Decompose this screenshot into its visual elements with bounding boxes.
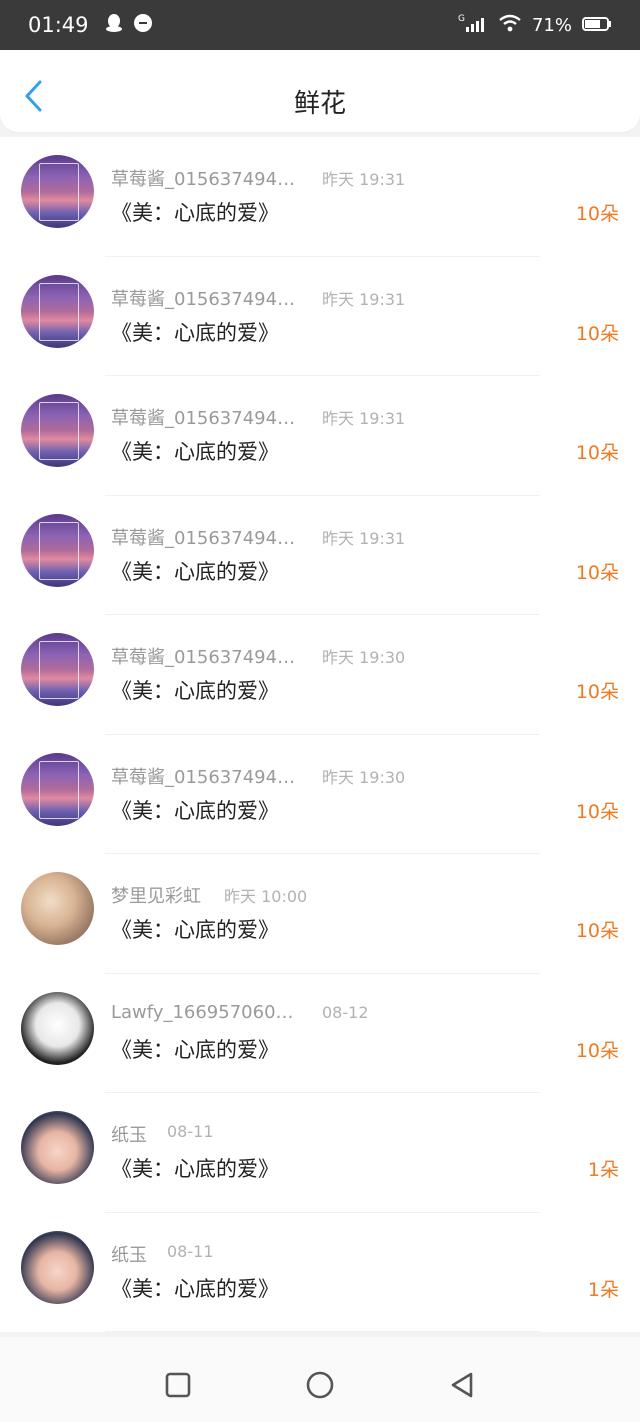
gift-title: 《美：心底的爱》: [111, 918, 279, 942]
sent-time: 08-12: [322, 1002, 369, 1022]
battery-text: 71%: [531, 14, 572, 36]
sender-name: 草莓酱_015637494…: [111, 169, 296, 190]
list-item[interactable]: 草莓酱_015637494… 昨天 19:31 《美：心底的爱》 10朵: [0, 257, 640, 376]
sent-time: 08-11: [167, 1122, 214, 1141]
sender-name: 草莓酱_015637494…: [111, 647, 296, 668]
list-item[interactable]: 草莓酱_015637494… 昨天 19:31 《美：心底的爱》 10朵: [0, 137, 640, 257]
avatar[interactable]: [21, 155, 94, 228]
sent-time: 昨天 19:30: [322, 648, 406, 667]
sent-time: 昨天 19:31: [322, 289, 406, 309]
gift-title: 《美：心底的爱》: [111, 201, 279, 225]
list-item[interactable]: 草莓酱_015637494… 昨天 19:30 《美：心底的爱》 10朵: [0, 735, 640, 854]
signal-icon: G: [458, 13, 488, 38]
gift-title: 《美：心底的爱》: [111, 440, 279, 464]
qq-icon: [105, 13, 123, 37]
avatar[interactable]: [21, 274, 94, 348]
flower-count: 10朵: [575, 920, 619, 942]
sender-name: 草莓酱_015637494…: [111, 766, 296, 788]
gift-title: 《美：心底的爱》: [111, 559, 279, 584]
list-item[interactable]: 草莓酱_015637494… 昨天 19:30 《美：心底的爱》 10朵: [0, 615, 640, 735]
flower-count: 10朵: [575, 561, 619, 584]
status-bar: 01:49 G 71%: [0, 0, 640, 50]
gift-title: 《美：心底的爱》: [111, 798, 279, 823]
flower-count: 10朵: [575, 442, 619, 464]
sent-time: 昨天 19:31: [322, 170, 406, 189]
svg-text:G: G: [458, 14, 465, 24]
flower-count: 10朵: [575, 203, 619, 225]
avatar[interactable]: [21, 394, 94, 467]
sent-time: 昨天 19:30: [322, 767, 406, 787]
avatar[interactable]: [21, 872, 94, 945]
list-item[interactable]: Lawfy_166957060… 08-12 《美：心底的爱》 10朵: [0, 974, 640, 1093]
gift-title: 《美：心底的爱》: [111, 679, 279, 703]
avatar[interactable]: [21, 752, 94, 826]
gift-title: 《美：心底的爱》: [111, 1037, 279, 1062]
sent-time: 昨天 19:31: [322, 409, 406, 428]
gift-title: 《美：心底的爱》: [111, 1157, 279, 1181]
avatar[interactable]: [21, 633, 94, 706]
square-icon: [165, 1372, 191, 1398]
gift-title: 《美：心底的爱》: [111, 320, 279, 345]
avatar[interactable]: [21, 513, 94, 587]
gift-title: 《美：心底的爱》: [111, 1276, 279, 1301]
sent-time: 昨天 19:31: [322, 528, 406, 548]
flower-list: 草莓酱_015637494… 昨天 19:31 《美：心底的爱》 10朵 草莓酱…: [0, 137, 640, 1332]
sender-name: 草莓酱_015637494…: [111, 288, 296, 310]
avatar[interactable]: [21, 1111, 94, 1184]
flower-count: 10朵: [575, 800, 619, 823]
sent-time: 昨天 10:00: [224, 887, 308, 906]
list-item[interactable]: 草莓酱_015637494… 昨天 19:31 《美：心底的爱》 10朵: [0, 496, 640, 615]
wifi-icon: [498, 13, 522, 38]
divider: [105, 1331, 540, 1332]
flower-count: 10朵: [575, 322, 619, 345]
list-item[interactable]: 梦里见彩虹 昨天 10:00 《美：心底的爱》 10朵: [0, 854, 640, 974]
page-header: 鲜花: [0, 50, 640, 132]
sender-name: 梦里见彩虹: [111, 886, 201, 907]
sender-name: 纸玉: [111, 1244, 147, 1266]
list-item[interactable]: 草莓酱_015637494… 昨天 19:31 《美：心底的爱》 10朵: [0, 376, 640, 496]
battery-icon: [582, 15, 612, 36]
back-nav-button[interactable]: [450, 1372, 474, 1402]
list-item[interactable]: 纸玉 08-11 《美：心底的爱》 1朵: [0, 1093, 640, 1213]
status-time: 01:49: [28, 13, 89, 37]
flower-count: 1朵: [587, 1159, 619, 1181]
home-button[interactable]: [306, 1371, 334, 1403]
list-item[interactable]: 纸玉 08-11 《美：心底的爱》 1朵: [0, 1213, 640, 1332]
triangle-back-icon: [451, 1372, 473, 1398]
sender-name: 草莓酱_015637494…: [111, 527, 296, 549]
sender-name: Lawfy_166957060…: [111, 1001, 294, 1023]
sender-name: 草莓酱_015637494…: [111, 408, 296, 429]
circle-icon: [306, 1371, 334, 1399]
app-notification-icon: [133, 13, 153, 37]
flower-count: 1朵: [587, 1278, 619, 1301]
avatar[interactable]: [21, 991, 94, 1065]
sent-time: 08-11: [167, 1241, 214, 1261]
page-title: 鲜花: [293, 89, 346, 119]
recent-apps-button[interactable]: [165, 1372, 191, 1402]
flower-count: 10朵: [575, 1039, 619, 1062]
flower-count: 10朵: [575, 681, 619, 703]
avatar[interactable]: [21, 1230, 94, 1304]
sender-name: 纸玉: [111, 1125, 147, 1146]
system-nav-bar: [0, 1337, 640, 1422]
